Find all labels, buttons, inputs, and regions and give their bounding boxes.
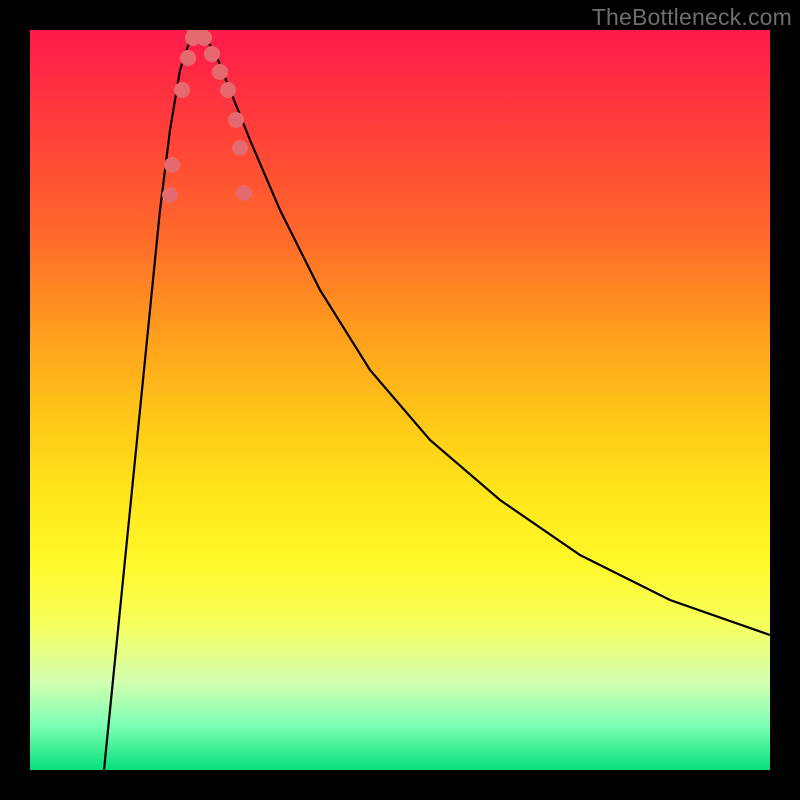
dots-right-group — [192, 30, 252, 201]
data-point — [180, 50, 196, 66]
data-point — [212, 64, 228, 80]
data-point — [228, 112, 244, 128]
right-branch-curve — [198, 30, 770, 635]
left-branch-curve — [104, 30, 198, 770]
data-point — [236, 185, 252, 201]
watermark-text: TheBottleneck.com — [592, 4, 792, 31]
dots-left-group — [162, 30, 203, 203]
data-point — [174, 82, 190, 98]
curve-svg — [30, 30, 770, 770]
data-point — [204, 46, 220, 62]
data-point — [220, 82, 236, 98]
plot-area — [30, 30, 770, 770]
data-point — [162, 187, 178, 203]
data-point — [196, 30, 212, 46]
data-point — [164, 157, 180, 173]
chart-frame: TheBottleneck.com — [0, 0, 800, 800]
data-point — [232, 140, 248, 156]
